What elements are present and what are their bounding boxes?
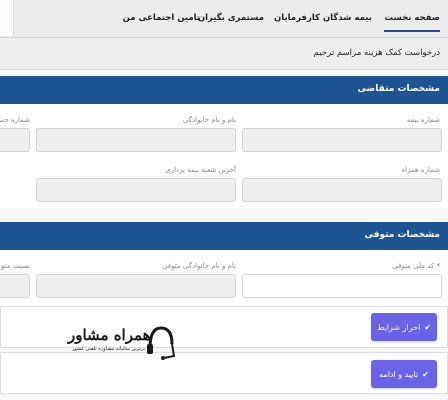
claimant-section-header: مشخصات متقاضی [0,76,448,104]
nav-item-home[interactable]: صفحه نخست [384,13,440,32]
insurance-number-label: شماره بیمه [406,116,440,124]
mobile-number-label: شماره همراه [401,166,440,174]
nav-item-insured[interactable]: بیمه شدگان [323,13,372,23]
last-branch-field[interactable] [36,178,236,202]
national-id-label-text: کد ملی متوفی [392,262,435,270]
confirm-continue-button[interactable]: ✔ تایید و ادامه [371,360,437,388]
watermark-logo: همراه مشاور برترین سامانه مشاوره تلفنی ک… [44,322,184,366]
nav-item-pensioners[interactable]: مستمری بگیران [198,13,264,23]
mobile-number-field[interactable] [242,178,442,202]
watermark-tagline: برترین سامانه مشاوره تلفنی کشور [72,346,146,352]
deceased-name-field[interactable] [36,274,236,298]
confirm-continue-label: تایید و ادامه [379,369,419,379]
page-title-bar: درخواست کمک هزینه مراسم ترحیم [0,38,448,70]
deceased-section-header: مشخصات متوفی [0,222,448,250]
watermark-brand: همراه مشاور [68,326,151,344]
full-name-field[interactable] [36,128,236,152]
claimant-section-title: مشخصات متقاضی [357,84,440,94]
relation-field[interactable] [0,274,30,298]
deceased-section-body: * کد ملی متوفی نام و نام خانوادگی متوفی … [0,250,448,306]
claimant-section-body: شماره بیمه نام و نام خانوادگی شماره حس ش… [0,104,448,208]
nav-edge-tab [0,0,14,36]
check-icon: ✔ [424,322,432,332]
relation-label: نسبت متو [1,262,30,270]
page-title: درخواست کمک هزینه مراسم ترحیم [313,48,440,58]
deceased-national-id-field[interactable] [242,274,442,298]
full-name-label: نام و نام خانوادگی [182,116,236,124]
deceased-name-label: نام و نام خانوادگی متوفی [161,262,236,270]
top-navigation: صفحه نخست بیمه شدگان کارفرمایان مستمری ب… [0,0,448,38]
check-icon: ✔ [422,369,429,379]
national-id-label: * کد ملی متوفی [392,262,440,270]
verify-conditions-button[interactable]: ✔ احراز شرایط [371,313,437,341]
nav-item-employers[interactable]: کارفرمایان [274,13,320,23]
last-branch-label: آخرین شعبه بیمه پردازی [165,166,236,174]
insurance-number-field[interactable] [242,128,442,152]
verify-conditions-label: احراز شرایط [376,322,421,332]
required-asterisk: * [436,262,441,270]
account-number-field[interactable] [0,128,30,152]
deceased-section-title: مشخصات متوفی [364,230,440,240]
nav-item-my-social-security[interactable]: تامین اجتماعی من [123,13,200,23]
account-number-label: شماره حس [0,116,30,124]
app-frame: صفحه نخست بیمه شدگان کارفرمایان مستمری ب… [0,0,448,400]
